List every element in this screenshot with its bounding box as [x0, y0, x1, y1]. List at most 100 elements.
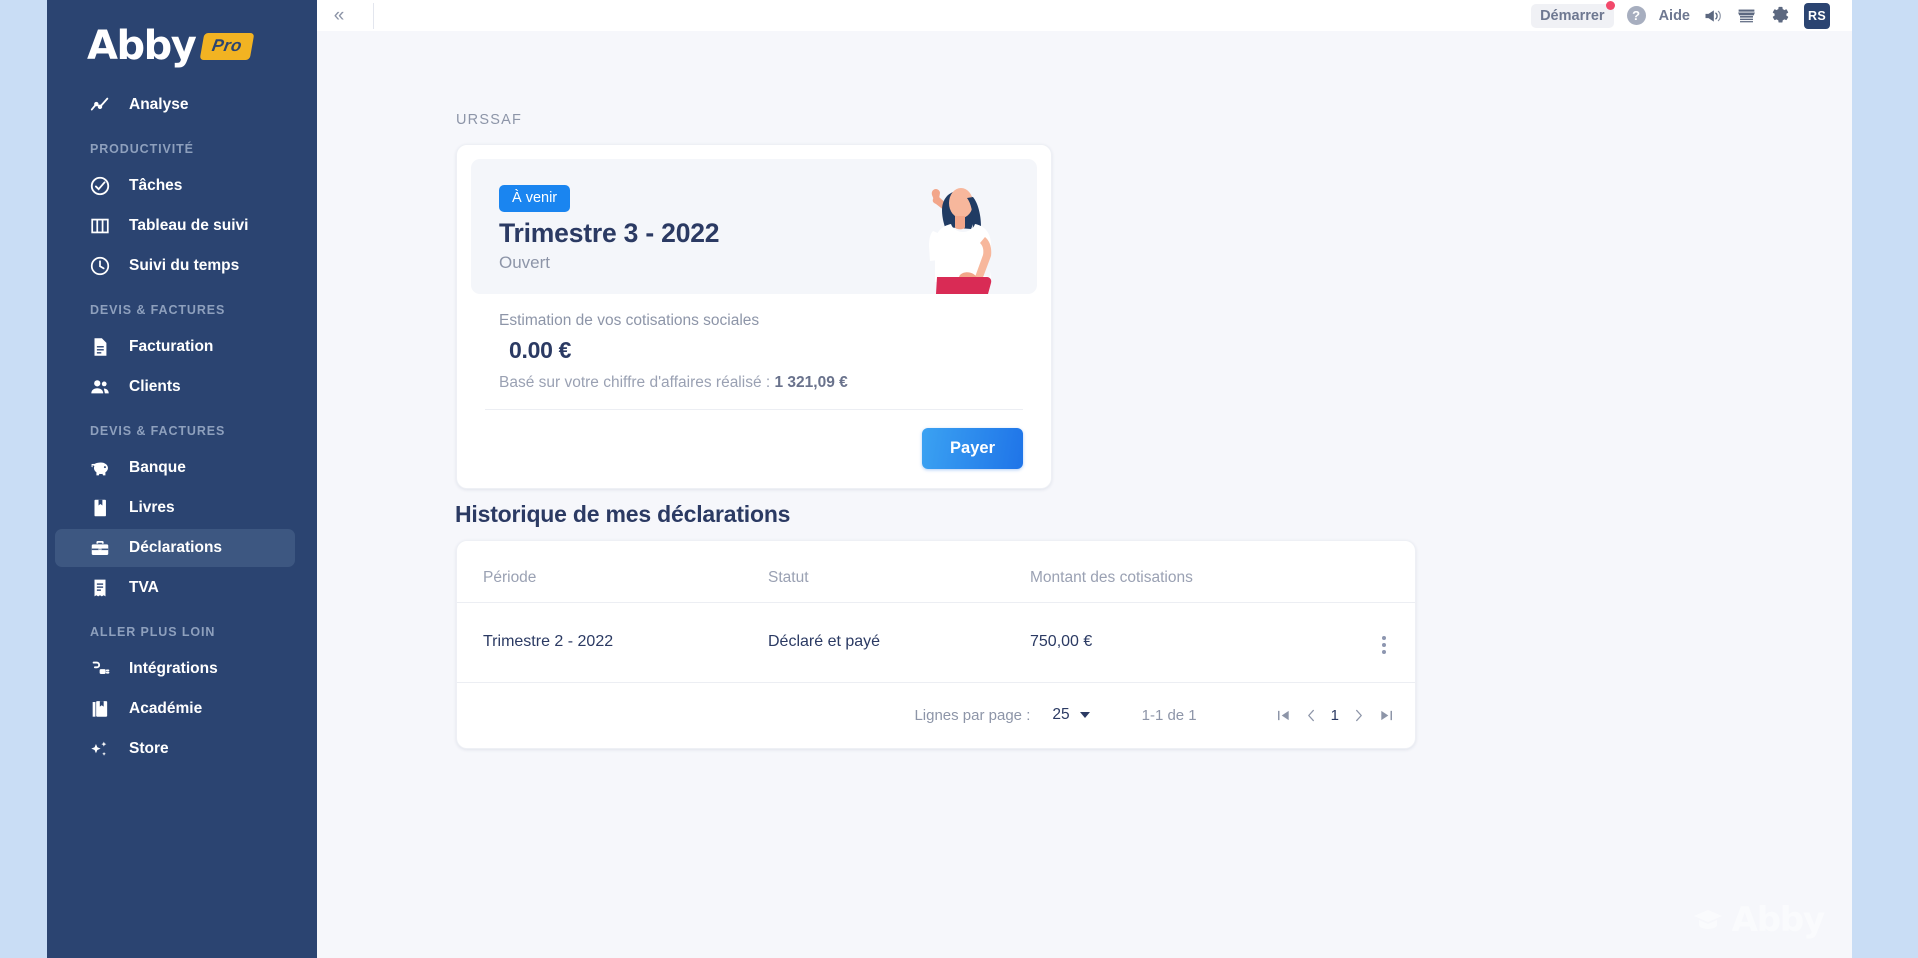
chevron-down-icon [1079, 712, 1090, 718]
estimation-label: Estimation de vos cotisations sociales [499, 312, 760, 329]
history-table-card: Période Statut Montant des cotisations T… [456, 540, 1416, 749]
woman-pointing-illustration [929, 188, 992, 294]
pagination-controls: 1 [1277, 707, 1393, 724]
table-row[interactable]: Trimestre 2 - 2022 Déclaré et payé 750,0… [457, 602, 1415, 683]
briefcase-icon [87, 535, 113, 561]
last-page-icon[interactable] [1378, 709, 1393, 722]
estimation-amount: 0.00 € [509, 337, 572, 363]
nav-label: Store [129, 740, 169, 757]
card-actions: Payer [485, 410, 1023, 488]
nav-section-productivite: PRODUCTIVITÉ [90, 142, 194, 156]
nav-item-tva[interactable]: TVA [55, 569, 295, 607]
nav-item-store[interactable]: Store [55, 730, 295, 768]
nav-label: Déclarations [129, 539, 223, 556]
column-header-statut[interactable]: Statut [768, 541, 1030, 603]
storefront-icon[interactable] [1736, 5, 1757, 26]
cell-actions [1360, 602, 1415, 683]
column-header-montant[interactable]: Montant des cotisations [1030, 541, 1360, 603]
nav-label: Tâches [129, 177, 183, 194]
aide-link[interactable]: Aide [1659, 8, 1690, 24]
estimation-base: Basé sur votre chiffre d'affaires réalis… [485, 374, 1023, 392]
chevron-left-icon[interactable] [1306, 709, 1317, 722]
pay-button[interactable]: Payer [922, 428, 1023, 469]
nav-label: Académie [129, 700, 203, 717]
nav-label: Analyse [129, 96, 189, 113]
rows-per-page-value: 25 [1052, 706, 1070, 723]
sparkles-icon [87, 736, 113, 762]
avatar[interactable]: RS [1804, 2, 1830, 29]
notification-dot-icon [1605, 0, 1615, 10]
start-button[interactable]: Démarrer [1531, 0, 1615, 28]
check-circle-icon [87, 173, 113, 199]
plug-icon [87, 656, 113, 682]
nav-section-devis-factures-2: DEVIS & FACTURES [90, 424, 226, 438]
nav-item-tableau-de-suivi[interactable]: Tableau de suivi [55, 207, 295, 245]
rows-per-page-label: Lignes par page : [914, 706, 1031, 724]
nav-item-analyse[interactable]: Analyse [55, 86, 295, 124]
nav-item-academie[interactable]: Académie [55, 690, 295, 728]
table-body: Trimestre 2 - 2022 Déclaré et payé 750,0… [457, 602, 1415, 683]
cell-periode: Trimestre 2 - 2022 [457, 602, 768, 683]
card-header-panel: À venir Trimestre 3 - 2022 Ouvert [471, 159, 1037, 294]
page-title-history: Historique de mes déclarations [455, 501, 791, 527]
toolbar-divider [373, 2, 374, 29]
nav-item-taches[interactable]: Tâches [55, 167, 295, 205]
help-circle-icon[interactable]: ? [1626, 6, 1646, 25]
rows-per-page-select[interactable]: 25 [1052, 706, 1090, 724]
nav-label: Clients [129, 378, 181, 395]
top-bar: « Démarrer ? Aide RS [317, 0, 1852, 31]
graduation-book-icon [87, 696, 113, 722]
nav-item-livres[interactable]: Livres [55, 489, 295, 527]
receipt-icon [87, 575, 113, 601]
nav-item-facturation[interactable]: Facturation [55, 328, 295, 366]
app-logo[interactable]: Abby Pro [47, 18, 317, 84]
nav-label: Livres [129, 499, 175, 516]
top-bar-actions: Démarrer ? Aide RS [1531, 0, 1852, 29]
nav-item-banque[interactable]: Banque [55, 449, 295, 487]
piggy-bank-icon [87, 455, 113, 481]
cell-montant: 750,00 € [1030, 602, 1360, 683]
sidebar: Abby Pro Analyse PRODUCTIVITÉ Tâches Tab… [47, 0, 317, 958]
document-icon [87, 334, 113, 360]
main-content: URSSAF À venir Trimestre 3 - 2022 Ouvert [317, 31, 1852, 958]
logo-pro-badge: Pro [199, 32, 255, 60]
nav-item-declarations[interactable]: Déclarations [55, 529, 295, 567]
chevron-right-icon[interactable] [1353, 709, 1364, 722]
estimation-base-prefix: Basé sur votre chiffre d'affaires réalis… [499, 374, 775, 391]
graduation-cap-icon [1693, 910, 1722, 929]
page-root: Abby Pro Analyse PRODUCTIVITÉ Tâches Tab… [0, 0, 1918, 958]
book-icon [87, 495, 113, 521]
table-head: Période Statut Montant des cotisations [457, 541, 1415, 603]
start-label: Démarrer [1540, 7, 1605, 24]
nav-label: Facturation [129, 338, 214, 355]
nav-label: Intégrations [129, 660, 218, 677]
status-badge: À venir [499, 185, 571, 212]
nav-item-clients[interactable]: Clients [55, 368, 295, 406]
table-header-row: Période Statut Montant des cotisations [457, 541, 1415, 603]
nav-label: Tableau de suivi [129, 217, 249, 234]
people-icon [87, 374, 113, 400]
pagination-range: 1-1 de 1 [1141, 706, 1197, 724]
first-page-icon[interactable] [1277, 709, 1292, 722]
double-chevron-left-icon[interactable]: « [317, 0, 361, 31]
nav-item-suivi-du-temps[interactable]: Suivi du temps [55, 247, 295, 285]
analytics-icon [87, 92, 113, 118]
card-subtitle: Ouvert [499, 253, 551, 272]
gear-icon[interactable] [1770, 5, 1791, 26]
kanban-icon [87, 213, 113, 239]
nav-label: Suivi du temps [129, 257, 240, 274]
estimation-base-amount: 1 321,09 € [774, 374, 848, 391]
current-page[interactable]: 1 [1331, 707, 1339, 724]
declarations-table: Période Statut Montant des cotisations T… [457, 541, 1415, 683]
card-body: Estimation de vos cotisations sociales 0… [457, 308, 1051, 488]
megaphone-icon[interactable] [1703, 6, 1723, 26]
urssaf-declaration-card: À venir Trimestre 3 - 2022 Ouvert Estima… [456, 144, 1052, 489]
nav-label: TVA [129, 579, 159, 596]
card-title: Trimestre 3 - 2022 [499, 218, 720, 248]
nav-label: Banque [129, 459, 186, 476]
section-label-urssaf: URSSAF [456, 112, 523, 128]
column-header-periode[interactable]: Période [457, 541, 768, 603]
nav-item-integrations[interactable]: Intégrations [55, 650, 295, 688]
cell-statut: Déclaré et payé [768, 602, 1030, 683]
more-vertical-icon[interactable] [1379, 633, 1389, 657]
